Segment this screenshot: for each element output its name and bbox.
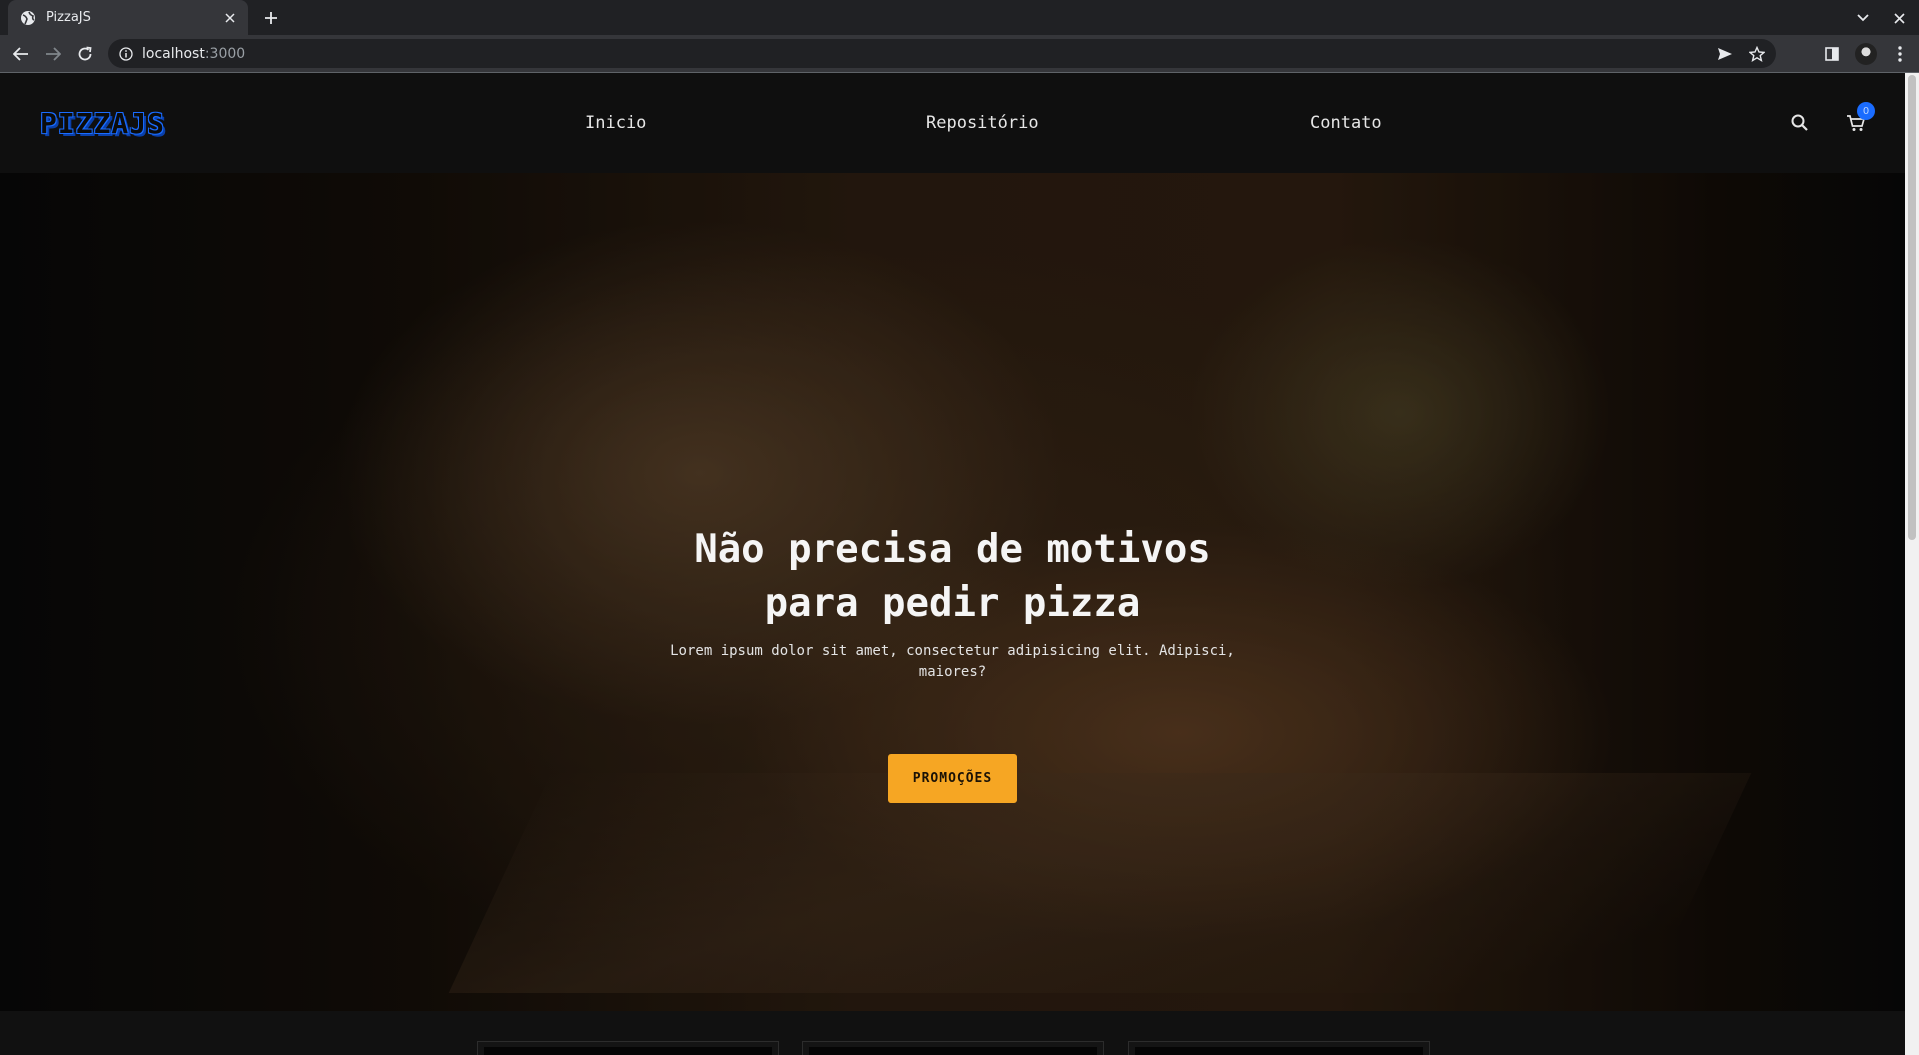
reload-icon[interactable] [72, 41, 98, 67]
promo-card-image [1135, 1047, 1423, 1055]
nav-link-repositorio[interactable]: Repositório [926, 113, 1039, 133]
hero-title-line-2: para pedir pizza [764, 581, 1141, 626]
tab-title: PizzaJS [46, 10, 91, 25]
address-bar[interactable]: localhost:3000 [108, 39, 1776, 68]
toolbar-right-actions [1819, 41, 1913, 67]
search-icon[interactable] [1788, 111, 1810, 133]
scrollbar-thumb[interactable] [1908, 75, 1916, 540]
promo-cards-section [0, 1011, 1905, 1055]
send-icon[interactable] [1712, 41, 1738, 67]
hero-title: Não precisa de motivos para pedir pizza [0, 523, 1905, 631]
browser-tab-bar: PizzaJS [0, 0, 1919, 35]
promo-card[interactable] [477, 1041, 779, 1055]
globe-icon [20, 10, 36, 26]
bookmark-star-icon[interactable] [1744, 41, 1770, 67]
hero-section: Não precisa de motivos para pedir pizza … [0, 173, 1905, 1011]
url-host: localhost [142, 45, 205, 62]
avatar [1855, 43, 1877, 65]
new-tab-icon[interactable] [258, 5, 284, 31]
browser-menu-icon[interactable] [1887, 41, 1913, 67]
nav-link-contato[interactable]: Contato [1310, 113, 1382, 133]
back-arrow-icon[interactable] [8, 41, 34, 67]
side-panel-icon[interactable] [1819, 41, 1845, 67]
forward-arrow-icon[interactable] [40, 41, 66, 67]
promo-card-image [809, 1047, 1097, 1055]
nav-link-inicio[interactable]: Inicio [585, 113, 646, 133]
window-close-icon[interactable] [1887, 6, 1911, 30]
browser-tab[interactable]: PizzaJS [8, 0, 248, 35]
url-text: localhost:3000 [142, 46, 245, 62]
browser-toolbar: localhost:3000 [0, 35, 1919, 73]
close-tab-icon[interactable] [218, 6, 242, 30]
cart-count-badge: 0 [1857, 102, 1875, 120]
page-scrollbar[interactable] [1905, 73, 1919, 1055]
promo-card-image [484, 1047, 772, 1055]
site-header: PIZZAJS Inicio Repositório Contato 0 [0, 73, 1905, 173]
url-port: :3000 [204, 45, 246, 62]
hero-title-line-1: Não precisa de motivos [694, 527, 1211, 572]
tab-search-chevron-icon[interactable] [1851, 6, 1875, 30]
address-bar-actions [1712, 41, 1770, 67]
site-info-icon[interactable] [118, 46, 134, 62]
profile-avatar[interactable] [1853, 41, 1879, 67]
hero-description: Lorem ipsum dolor sit amet, consectetur … [670, 643, 1235, 680]
promo-card[interactable] [802, 1041, 1104, 1055]
promocoes-button[interactable]: PROMOÇÕES [888, 754, 1017, 803]
promo-card[interactable] [1128, 1041, 1430, 1055]
site-logo[interactable]: PIZZAJS [40, 107, 165, 140]
page-viewport: PIZZAJS Inicio Repositório Contato 0 Não… [0, 73, 1905, 1055]
